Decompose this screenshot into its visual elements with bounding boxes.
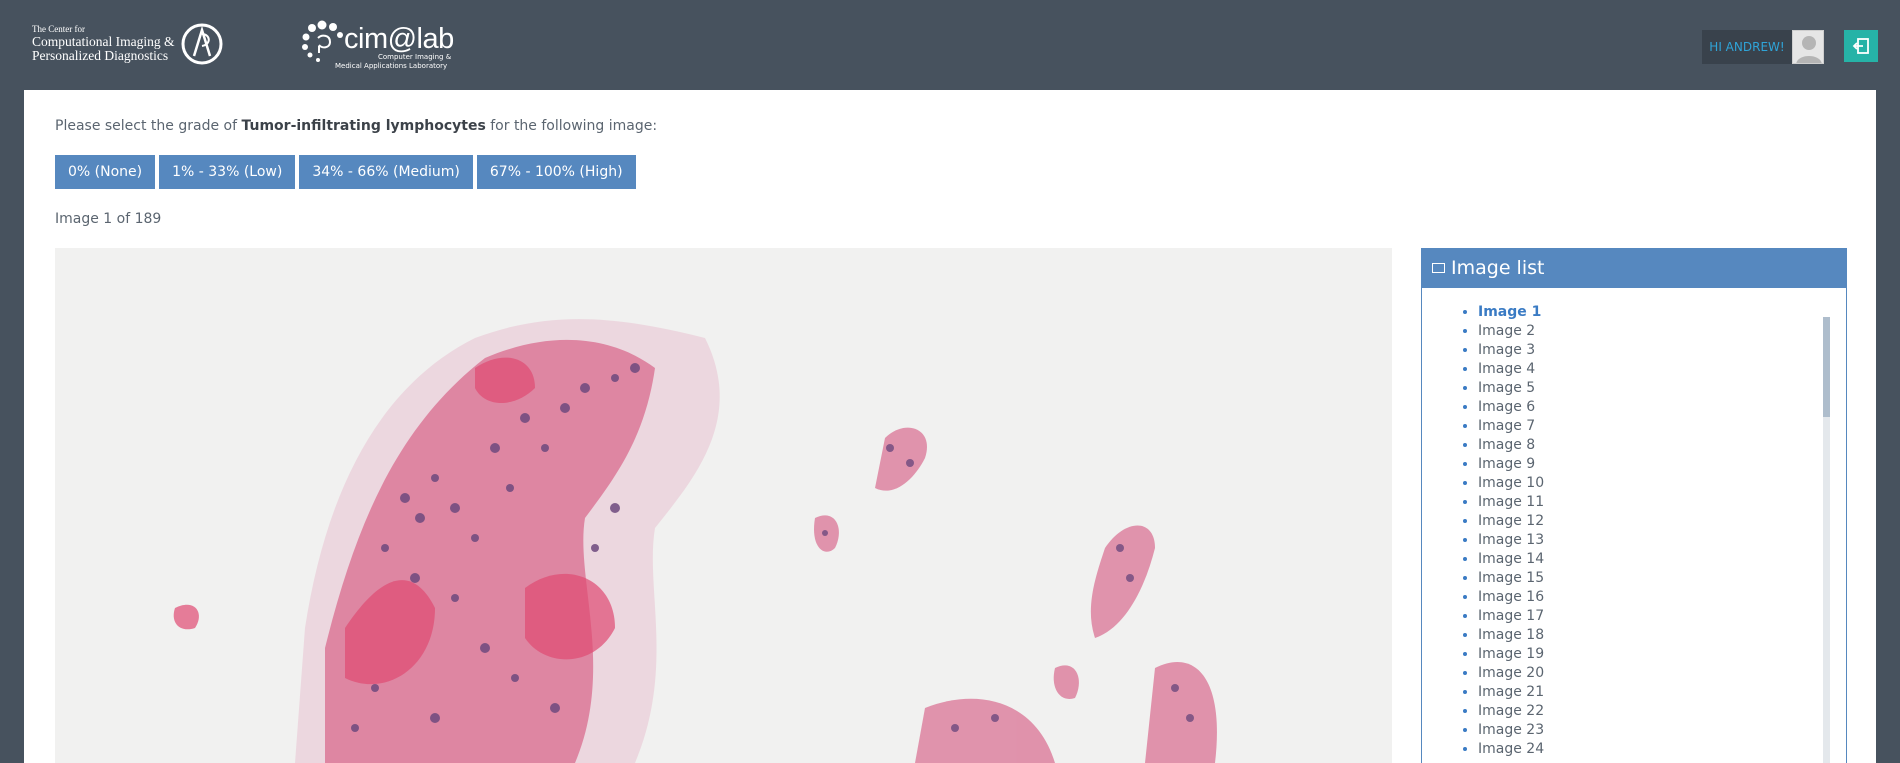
image-list-body: Image 1 Image 2 Image 3 Image 4 Image 5 … [1422,303,1846,763]
image-list-item[interactable]: Image 18 [1478,626,1846,645]
cimlab-subtitle-2: Medical Applications Laboratory [335,62,448,70]
image-list-scrollbar[interactable] [1823,317,1830,763]
image-list-item[interactable]: Image 23 [1478,721,1846,740]
image-list-item[interactable]: Image 22 [1478,702,1846,721]
grade-medium-button[interactable]: 34% - 66% (Medium) [299,155,473,189]
image-list-item[interactable]: Image 1 [1478,303,1846,322]
prompt-text-before: Please select the grade of [55,118,242,134]
image-list-item[interactable]: Image 5 [1478,379,1846,398]
grading-prompt: Please select the grade of Tumor-infiltr… [55,118,657,134]
image-list-scroll-thumb[interactable] [1823,317,1830,417]
image-list-item[interactable]: Image 15 [1478,569,1846,588]
image-list-item[interactable]: Image 2 [1478,322,1846,341]
cipd-logo: The Center for Computational Imaging & P… [32,22,232,66]
image-list-item[interactable]: Image 13 [1478,531,1846,550]
cimlab-subtitle-1: Computer Imaging & [378,53,452,61]
cimlab-logo: cim@lab Computer Imaging & Medical Appli… [302,20,462,72]
image-list-item[interactable]: Image 16 [1478,588,1846,607]
user-greeting[interactable]: HI ANDREW! [1702,30,1792,64]
cimlab-dots-icon [302,20,343,62]
image-list-item[interactable]: Image 20 [1478,664,1846,683]
image-list-item[interactable]: Image 24 [1478,740,1846,759]
cipd-logo-line1: The Center for [32,24,85,34]
cipd-emblem-icon [181,23,223,65]
image-list-item[interactable]: Image 14 [1478,550,1846,569]
image-list-item[interactable]: Image 9 [1478,455,1846,474]
grade-low-button[interactable]: 1% - 33% (Low) [159,155,296,189]
logout-icon [1852,38,1869,54]
image-list-item[interactable]: Image 11 [1478,493,1846,512]
image-list-item[interactable]: Image 3 [1478,341,1846,360]
image-list-item[interactable]: Image 8 [1478,436,1846,455]
histology-image[interactable] [55,248,1392,763]
tissue-sample-image [55,248,1392,763]
image-list-item[interactable]: Image 19 [1478,645,1846,664]
prompt-feature-name: Tumor-infiltrating lymphocytes [241,118,486,134]
image-list-panel: Image list Image 1 Image 2 Image 3 Image… [1421,248,1847,763]
image-list-header: Image list [1422,249,1846,288]
image-list-item[interactable]: Image 12 [1478,512,1846,531]
grade-buttons: 0% (None) 1% - 33% (Low) 34% - 66% (Medi… [55,155,636,189]
grade-none-button[interactable]: 0% (None) [55,155,156,189]
image-list-item[interactable]: Image 4 [1478,360,1846,379]
image-list-item[interactable]: Image 17 [1478,607,1846,626]
image-list-item[interactable]: Image 6 [1478,398,1846,417]
cimlab-wordmark: cim@lab [344,23,454,55]
cipd-logo-line3: Personalized Diagnostics [32,48,169,63]
image-list: Image 1 Image 2 Image 3 Image 4 Image 5 … [1422,303,1846,759]
image-list-title: Image list [1451,257,1545,279]
top-bar: The Center for Computational Imaging & P… [0,0,1900,90]
user-avatar-icon[interactable] [1792,30,1824,64]
picture-icon [1432,263,1445,273]
grade-high-button[interactable]: 67% - 100% (High) [476,155,636,189]
image-list-item[interactable]: Image 21 [1478,683,1846,702]
prompt-text-after: for the following image: [485,118,658,134]
image-list-item[interactable]: Image 10 [1478,474,1846,493]
image-list-item[interactable]: Image 7 [1478,417,1846,436]
cipd-logo-line2: Computational Imaging & [32,34,175,49]
image-counter: Image 1 of 189 [55,211,162,227]
logout-button[interactable] [1844,30,1878,62]
main-panel: Please select the grade of Tumor-infiltr… [24,90,1876,763]
